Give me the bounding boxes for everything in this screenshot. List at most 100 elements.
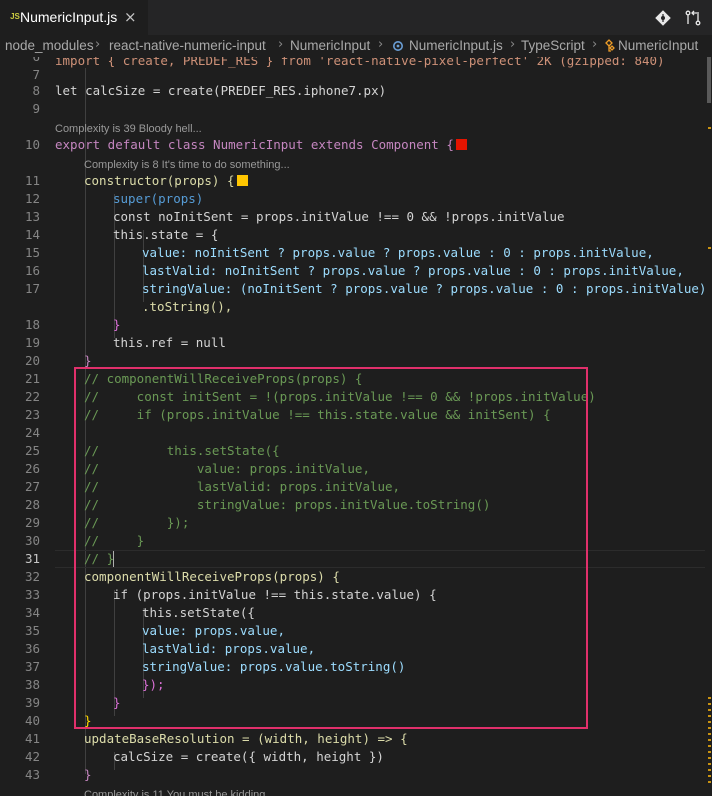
code-line-23: // if (props.initValue !== this.state.va… (84, 407, 551, 422)
overview-ruler[interactable] (706, 57, 712, 796)
code-line-31: // } (84, 551, 115, 566)
tab-bar: JS NumericInput.js × (0, 0, 712, 35)
line-number: 10 (24, 137, 40, 152)
breadcrumb-item-symbol[interactable]: NumericInput (618, 38, 698, 53)
code-line-12: super(props) (113, 191, 204, 206)
line-number: 28 (24, 497, 40, 512)
class-symbol-icon (604, 39, 618, 53)
line-number: 38 (24, 677, 40, 692)
line-number: 15 (24, 245, 40, 260)
current-line-highlight (55, 550, 705, 568)
line-number: 27 (24, 479, 40, 494)
code-line-40: } (84, 713, 92, 728)
git-diff-icon[interactable] (654, 9, 672, 27)
line-number: 39 (24, 695, 40, 710)
code-text: export default class NumericInput extend… (55, 137, 454, 152)
line-number: 30 (24, 533, 40, 548)
code-line-18: } (113, 317, 121, 332)
code-line-25: // this.setState({ (84, 443, 280, 458)
scrollbar-slider[interactable] (707, 57, 711, 103)
code-text: constructor(props) { (84, 173, 235, 188)
complexity-lens[interactable]: Complexity is 11 You must be kidding (84, 786, 265, 796)
code-line-21: // componentWillReceiveProps(props) { (84, 371, 363, 386)
breadcrumb-separator: › (378, 37, 384, 52)
tab-numericinput-js[interactable]: JS NumericInput.js × (0, 0, 149, 35)
line-number: 26 (24, 461, 40, 476)
breadcrumb-separator: › (510, 37, 516, 52)
line-number: 40 (24, 713, 40, 728)
code-line-17: stringValue: (noInitSent ? props.value ?… (142, 281, 707, 296)
line-number: 12 (24, 191, 40, 206)
breadcrumb-item-file[interactable]: NumericInput.js (409, 38, 503, 53)
code-line-33: if (props.initValue !== this.state.value… (113, 587, 437, 602)
line-number: 19 (24, 335, 40, 350)
line-number: 29 (24, 515, 40, 530)
code-line-36: lastValid: props.value, (142, 641, 316, 656)
ruler-mark (708, 697, 711, 787)
code-line-8: let calcSize = create(PREDEF_RES.iphone7… (55, 83, 387, 98)
code-line-11: constructor(props) { (84, 172, 248, 190)
line-number: 6 (0, 57, 40, 66)
breadcrumb-separator: › (95, 37, 101, 52)
line-number: 20 (24, 353, 40, 368)
line-number: 33 (24, 587, 40, 602)
line-number: 25 (24, 443, 40, 458)
tab-label: NumericInput.js (20, 9, 118, 25)
code-line-38: }); (142, 677, 165, 692)
code-line-29: // }); (84, 515, 190, 530)
line-number: 32 (24, 569, 40, 584)
line-number: 34 (24, 605, 40, 620)
code-editor[interactable]: 6 7 8 9 10 11 12 13 14 15 16 17 18 19 20… (0, 57, 712, 796)
breadcrumb-separator: › (592, 37, 598, 52)
breadcrumb-item-folder[interactable]: NumericInput (290, 38, 370, 53)
breadcrumb-item-node-modules[interactable]: node_modules (5, 38, 94, 53)
breadcrumb-item-language[interactable]: TypeScript (521, 38, 585, 53)
code-line-30: // } (84, 533, 145, 548)
code-line-39: } (113, 695, 121, 710)
code-line-15: value: noInitSent ? props.value ? props.… (142, 245, 654, 260)
code-line-42: calcSize = create({ width, height }) (113, 749, 384, 764)
ruler-mark (708, 247, 711, 249)
complexity-high-marker (455, 139, 467, 150)
code-line-17-wrap: .toString(), (142, 299, 233, 314)
line-number: 17 (24, 281, 40, 296)
line-number: 11 (24, 173, 40, 188)
code-line-43: } (84, 767, 92, 782)
line-number: 35 (24, 623, 40, 638)
line-number: 8 (32, 83, 40, 98)
line-number: 14 (24, 227, 40, 242)
line-number: 43 (24, 767, 40, 782)
code-line-20: } (84, 353, 92, 368)
breadcrumb-item-package[interactable]: react-native-numeric-input (109, 38, 266, 53)
code-line-35: value: props.value, (142, 623, 285, 638)
ruler-mark (708, 127, 711, 129)
line-number: 9 (32, 101, 40, 116)
code-line-32: componentWillReceiveProps(props) { (84, 569, 340, 584)
code-line-37: stringValue: props.value.toString() (142, 659, 406, 674)
close-icon[interactable]: × (124, 8, 137, 26)
line-number: 21 (24, 371, 40, 386)
line-number: 36 (24, 641, 40, 656)
breadcrumb: node_modules › react-native-numeric-inpu… (0, 35, 712, 57)
code-line-14: this.state = { (113, 227, 219, 242)
line-number: 22 (24, 389, 40, 404)
line-number: 42 (24, 749, 40, 764)
code-line-19: this.ref = null (113, 335, 226, 350)
line-number: 18 (24, 317, 40, 332)
code-line-13: const noInitSent = props.initValue !== 0… (113, 209, 565, 224)
complexity-medium-marker (236, 175, 248, 186)
line-number: 37 (24, 659, 40, 674)
file-settings-icon (392, 40, 404, 52)
line-number: 31 (24, 551, 40, 566)
code-line-26: // value: props.initValue, (84, 461, 370, 476)
line-number: 13 (24, 209, 40, 224)
line-number: 23 (24, 407, 40, 422)
code-line-27: // lastValid: props.initValue, (84, 479, 401, 494)
compare-changes-icon[interactable] (684, 9, 702, 27)
code-line-22: // const initSent = !(props.initValue !=… (84, 389, 596, 404)
line-number: 16 (24, 263, 40, 278)
code-line-41: updateBaseResolution = (width, height) =… (84, 731, 408, 746)
line-number: 24 (24, 425, 40, 440)
code-line-34: this.setState({ (142, 605, 255, 620)
line-number: 41 (24, 731, 40, 746)
